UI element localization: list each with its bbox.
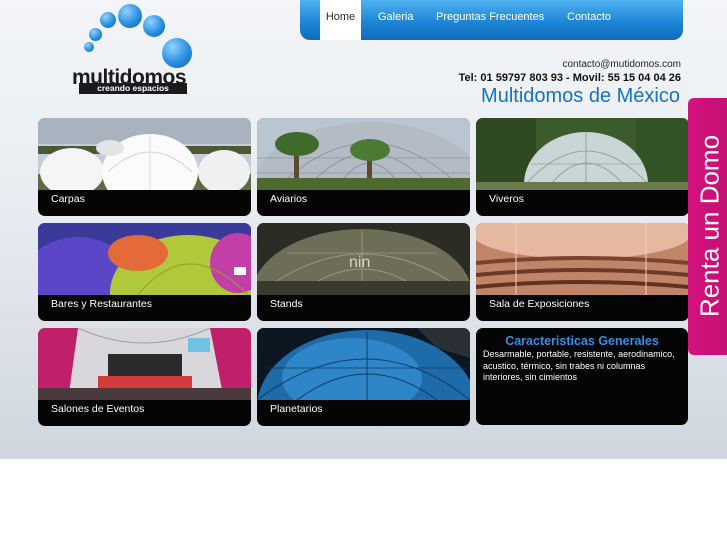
tile-label: Sala de Exposiciones	[489, 298, 590, 310]
tile-label: Salones de Eventos	[51, 403, 145, 415]
logo-bubble	[84, 42, 94, 52]
tile-stands[interactable]: nin Stands	[257, 223, 470, 321]
site-title: Multidomos de México	[481, 85, 680, 107]
logo-tagline: creando espacios	[79, 83, 187, 94]
tile-label: Carpas	[51, 193, 85, 205]
tile-label: Stands	[270, 298, 303, 310]
sala-photo	[476, 223, 689, 295]
tile-planetarios[interactable]: Planetarios	[257, 328, 470, 426]
tile-label: Bares y Restaurantes	[51, 298, 152, 310]
features-text: Desarmable, portable, resistente, aerodi…	[483, 349, 675, 382]
tile-label: Planetarios	[270, 403, 323, 415]
logo-bubble	[100, 12, 116, 28]
features-title: Caracteristicas Generales	[505, 334, 659, 348]
nav-preguntas-frecuentes[interactable]: Preguntas Frecuentes	[436, 0, 544, 40]
contact-email[interactable]: contacto@mutidomos.com	[562, 59, 681, 70]
page: multidomos creando espacios Home Galeria…	[0, 0, 727, 545]
features-box: Caracteristicas Generales Desarmable, po…	[476, 328, 688, 425]
tile-label: Viveros	[489, 193, 524, 205]
tile-sala-de-exposiciones[interactable]: Sala de Exposiciones	[476, 223, 689, 321]
logo-bubble	[143, 15, 165, 37]
tile-carpas[interactable]: Carpas	[38, 118, 251, 216]
carpas-photo	[38, 118, 251, 190]
stand-sign: nin	[349, 254, 370, 271]
planetarios-photo	[257, 328, 470, 400]
contact-phones: Tel: 01 59797 803 93 - Movil: 55 15 04 0…	[458, 72, 681, 84]
viveros-photo	[476, 118, 689, 190]
tile-salones-de-eventos[interactable]: Salones de Eventos	[38, 328, 251, 426]
tile-bares-y-restaurantes[interactable]: Bares y Restaurantes	[38, 223, 251, 321]
bares-photo	[38, 223, 251, 295]
tile-label: Aviarios	[270, 193, 308, 205]
main-nav: Home Galeria Preguntas Frecuentes Contac…	[300, 0, 683, 40]
nav-galeria[interactable]: Galeria	[378, 0, 413, 40]
aviarios-photo	[257, 118, 470, 190]
tile-aviarios[interactable]: Aviarios	[257, 118, 470, 216]
stands-photo: nin	[257, 223, 470, 295]
renta-un-domo-tab[interactable]: Renta un Domo	[688, 98, 727, 355]
logo-bubble	[89, 28, 102, 41]
nav-home[interactable]: Home	[320, 0, 361, 40]
salones-photo	[38, 328, 251, 400]
tile-viveros[interactable]: Viveros	[476, 118, 689, 216]
logo-bubble	[118, 4, 142, 28]
logo-bubble	[162, 38, 192, 68]
nav-contacto[interactable]: Contacto	[567, 0, 611, 40]
renta-un-domo-label: Renta un Domo	[694, 134, 725, 318]
site-logo[interactable]: multidomos creando espacios	[66, 2, 206, 97]
